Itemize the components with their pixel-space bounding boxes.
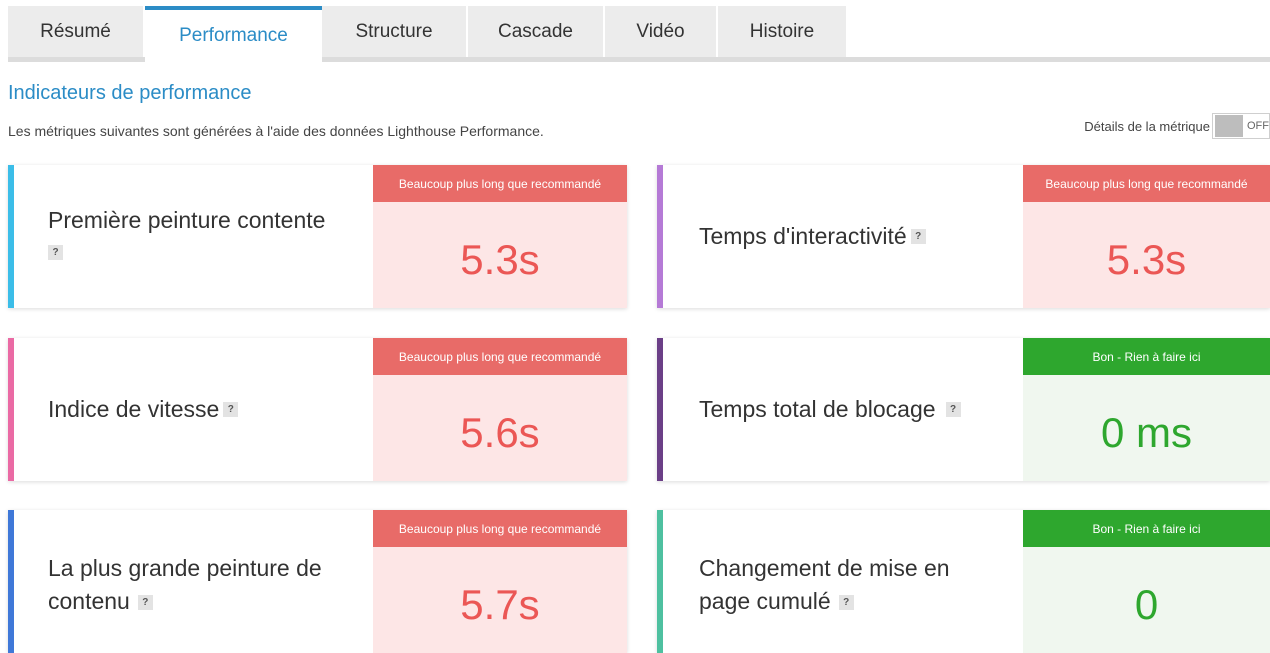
metric-status: Beaucoup plus long que recommandé bbox=[1023, 165, 1270, 202]
metric-value-panel: Bon - Rien à faire ici 0 ms bbox=[1023, 338, 1270, 481]
metric-details-toggle[interactable]: OFF bbox=[1212, 113, 1270, 139]
metric-label-text: La plus grande peinture de contenu? bbox=[48, 554, 322, 614]
section-subtitle: Les métriques suivantes sont générées à … bbox=[8, 123, 544, 139]
metric-value: 5.3s bbox=[460, 236, 540, 283]
metric-status: Beaucoup plus long que recommandé bbox=[373, 510, 627, 547]
metric-label-text: Première peinture contente bbox=[48, 206, 326, 233]
card-stripe bbox=[8, 510, 14, 653]
metric-label: Première peinture contente ? bbox=[48, 165, 368, 308]
tab-performance[interactable]: Performance bbox=[145, 6, 322, 62]
metric-value: 0 bbox=[1134, 581, 1159, 628]
metric-status: Beaucoup plus long que recommandé bbox=[373, 165, 627, 202]
metric-label: Indice de vitesse? bbox=[48, 338, 368, 481]
metric-card-time-to-interactive: Temps d'interactivité? Beaucoup plus lon… bbox=[657, 165, 1270, 308]
metric-label-text: Temps d'interactivité bbox=[699, 223, 907, 249]
card-stripe bbox=[657, 338, 663, 481]
metric-value-panel: Bon - Rien à faire ici 0 bbox=[1023, 510, 1270, 653]
metric-details-label: Détails de la métrique bbox=[1084, 118, 1210, 134]
metric-details-toggle-group: Détails de la métrique OFF bbox=[1084, 113, 1270, 139]
metric-card-speed-index: Indice de vitesse? Beaucoup plus long qu… bbox=[8, 338, 627, 481]
metric-value: 5.7s bbox=[460, 581, 540, 628]
metric-label: La plus grande peinture de contenu? bbox=[48, 510, 348, 653]
card-stripe bbox=[8, 165, 14, 308]
metric-value: 5.3s bbox=[1106, 236, 1187, 283]
help-icon[interactable]: ? bbox=[223, 402, 239, 417]
metric-value-panel: Beaucoup plus long que recommandé 5.6s bbox=[373, 338, 627, 481]
metric-value-panel: Beaucoup plus long que recommandé 5.3s bbox=[1023, 165, 1270, 308]
metric-value: 0 ms bbox=[1100, 409, 1192, 456]
metric-status: Bon - Rien à faire ici bbox=[1023, 338, 1270, 375]
help-icon[interactable]: ? bbox=[945, 402, 961, 417]
toggle-state: OFF bbox=[1247, 120, 1269, 132]
tab-structure[interactable]: Structure bbox=[322, 6, 467, 57]
metric-label: Temps total de blocage? bbox=[699, 338, 1019, 481]
tab-bar: Résumé Performance Structure Cascade Vid… bbox=[8, 6, 1270, 62]
card-stripe bbox=[8, 338, 14, 481]
metric-value-panel: Beaucoup plus long que recommandé 5.7s bbox=[373, 510, 627, 653]
metric-label-text: Indice de vitesse bbox=[48, 396, 220, 422]
tab-video[interactable]: Vidéo bbox=[605, 6, 717, 57]
tab-histoire[interactable]: Histoire bbox=[718, 6, 847, 57]
metric-card-largest-contentful-paint: La plus grande peinture de contenu? Beau… bbox=[8, 510, 627, 653]
metric-label: Temps d'interactivité? bbox=[699, 165, 1019, 308]
metric-card-total-blocking-time: Temps total de blocage? Bon - Rien à fai… bbox=[657, 338, 1270, 481]
card-stripe bbox=[657, 165, 663, 308]
tab-cascade[interactable]: Cascade bbox=[468, 6, 604, 57]
metric-status: Beaucoup plus long que recommandé bbox=[373, 338, 627, 375]
toggle-knob bbox=[1215, 115, 1243, 137]
section-title: Indicateurs de performance bbox=[8, 82, 252, 104]
help-icon[interactable]: ? bbox=[137, 594, 153, 610]
help-icon[interactable]: ? bbox=[48, 244, 63, 260]
metric-card-first-contentful-paint: Première peinture contente ? Beaucoup pl… bbox=[8, 165, 627, 308]
metric-status: Bon - Rien à faire ici bbox=[1023, 510, 1270, 547]
help-icon[interactable]: ? bbox=[910, 229, 926, 244]
metric-value-panel: Beaucoup plus long que recommandé 5.3s bbox=[373, 165, 627, 308]
metric-label-text: Changement de mise en page cumulé? bbox=[699, 554, 950, 614]
metric-value: 5.6s bbox=[460, 409, 540, 456]
card-stripe bbox=[657, 510, 663, 653]
metric-label: Changement de mise en page cumulé? bbox=[699, 510, 989, 653]
help-icon[interactable]: ? bbox=[838, 594, 854, 610]
metric-label-text: Temps total de blocage bbox=[699, 396, 936, 422]
metric-card-cumulative-layout-shift: Changement de mise en page cumulé? Bon -… bbox=[657, 510, 1270, 653]
tab-resume[interactable]: Résumé bbox=[8, 6, 144, 57]
